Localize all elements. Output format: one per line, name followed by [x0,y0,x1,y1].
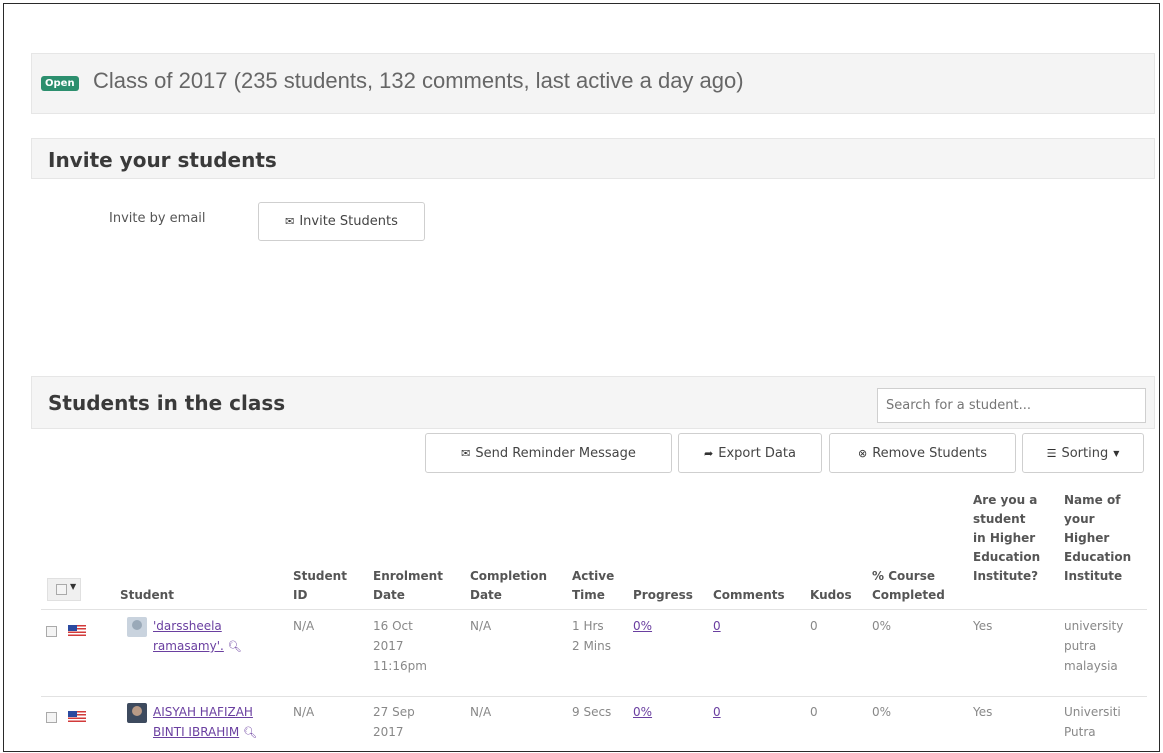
col-enrolment-date: Enrolment Date [373,569,443,602]
malaysia-flag-icon [68,625,86,636]
institute-name-cell: university putra malaysia [1064,619,1124,673]
col-course-completed: % Course Completed [872,569,945,602]
magnify-icon[interactable]: 🔍︎ [228,640,242,653]
students-heading: Students in the class [48,391,286,415]
class-title: Class of 2017 (235 students, 132 comment… [93,68,744,93]
comments-link[interactable]: 0 [713,702,721,722]
caret-down-icon: ▼ [1113,448,1120,458]
select-all-checkbox-dropdown[interactable]: ▼ [47,578,81,601]
col-progress: Progress [633,588,693,602]
kudos-cell: 0 [810,619,818,633]
send-reminder-button[interactable]: ✉ Send Reminder Message [425,433,672,473]
remove-students-label: Remove Students [872,445,988,461]
student-search-input[interactable] [877,388,1146,423]
share-arrow-icon: ➦ [704,446,714,460]
sorting-label: Sorting [1061,445,1109,461]
institute-name-cell: Universiti Putra [1064,705,1121,739]
envelope-icon: ✉ [461,446,471,460]
progress-link[interactable]: 0% [633,616,652,636]
col-institute-name: Name of your Higher Education Institute [1064,493,1132,583]
course-completed-cell: 0% [872,705,892,719]
col-higher-education: Are you a student in Higher Education Instit… [973,493,1041,583]
student-name-link[interactable]: 'darssheela ramasamy'. 🔍︎ [153,616,242,657]
avatar [127,617,147,637]
page-frame: Open Class of 2017 (235 students, 132 co… [3,3,1160,752]
enrolment-date-cell: 16 Oct 2017 11:16pm [373,619,427,673]
col-completion-date: Completion Date [470,569,548,602]
sorting-dropdown[interactable]: ☰ Sorting ▼ [1022,433,1144,473]
export-data-button[interactable]: ➦ Export Data [678,433,822,473]
status-badge: Open [41,76,79,91]
export-data-label: Export Data [718,445,796,461]
comments-link[interactable]: 0 [713,616,721,636]
active-time-cell: 1 Hrs 2 Mins [572,619,611,653]
caret-down-icon: ▼ [70,582,77,591]
invite-students-button[interactable]: ✉ Invite Students [258,202,425,241]
send-reminder-label: Send Reminder Message [475,445,636,461]
invite-by-email-label: Invite by email [109,211,206,226]
student-name-link[interactable]: AISYAH HAFIZAH BINTI IBRAHIM 🔍︎ [153,702,257,743]
course-completed-cell: 0% [872,619,892,633]
remove-students-button[interactable]: ⊗ Remove Students [829,433,1016,473]
invite-section-header: Invite your students [31,138,1155,179]
completion-date-cell: N/A [470,619,492,633]
select-all-checkbox[interactable] [56,584,67,595]
remove-circle-icon: ⊗ [857,446,868,460]
class-header: Open Class of 2017 (235 students, 132 co… [31,53,1155,114]
invite-students-label: Invite Students [299,214,398,229]
invite-heading: Invite your students [48,148,277,172]
progress-link[interactable]: 0% [633,702,652,722]
student-id-cell: N/A [293,619,315,633]
magnify-icon[interactable]: 🔍︎ [243,726,257,739]
active-time-cell: 9 Secs [572,705,612,719]
row-checkbox[interactable] [46,626,57,637]
malaysia-flag-icon [68,711,86,722]
header-divider [41,609,1147,610]
avatar [127,703,147,723]
enrolment-date-cell: 27 Sep 2017 [373,705,415,739]
student-id-cell: N/A [293,705,315,719]
completion-date-cell: N/A [470,705,492,719]
col-active-time: Active Time [572,569,615,602]
col-student-id: Student ID [293,569,347,602]
col-kudos: Kudos [810,588,852,602]
higher-education-cell: Yes [973,619,993,633]
kudos-cell: 0 [810,705,818,719]
col-student: Student [120,588,174,602]
col-comments: Comments [713,588,785,602]
row-checkbox[interactable] [46,712,57,723]
list-icon: ☰ [1046,446,1057,460]
row-divider [41,696,1147,697]
envelope-icon: ✉ [285,215,295,228]
higher-education-cell: Yes [973,705,993,719]
